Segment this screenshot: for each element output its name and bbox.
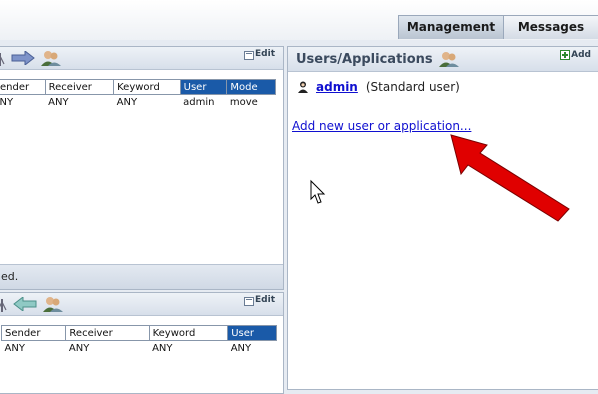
cell-mode: move	[229, 96, 258, 108]
column-header-keyword[interactable]: Keyword	[148, 325, 229, 341]
status-text: ed.	[1, 270, 19, 283]
table-row[interactable]: ANY ANY ANY ANY	[2, 341, 277, 356]
forwarding-rules-panel: Edit ender Receiver Keyword User Mode NY…	[0, 46, 284, 290]
tab-messages[interactable]: Messages	[503, 15, 598, 39]
column-header-keyword[interactable]: Keyword	[113, 79, 181, 95]
cell-sender: ANY	[4, 342, 25, 354]
antenna-icon	[0, 299, 7, 312]
cell-keyword: ANY	[152, 342, 173, 354]
second-rules-panel: Edit Sender Receiver Keyword User ANY AN…	[0, 292, 284, 394]
rule-icons	[0, 296, 63, 312]
table-row[interactable]: NY ANY ANY admin move	[0, 95, 276, 110]
users-icon	[43, 297, 63, 312]
users-icon	[41, 51, 61, 66]
cell-sender: NY	[0, 96, 14, 108]
column-header-user[interactable]: User	[227, 325, 277, 341]
list-item: admin (Standard user)	[298, 80, 460, 94]
column-header-receiver[interactable]: Receiver	[44, 79, 115, 95]
user-role: (Standard user)	[365, 80, 460, 94]
edit-icon	[244, 50, 255, 60]
cell-user: admin	[183, 96, 215, 108]
tab-management[interactable]: Management	[398, 15, 504, 39]
panel-title: Users/Applications	[296, 51, 459, 67]
edit-link[interactable]: Edit	[244, 295, 275, 306]
column-header-receiver[interactable]: Receiver	[65, 325, 150, 341]
arrow-right-icon	[11, 51, 35, 65]
cell-receiver: ANY	[48, 96, 69, 108]
edit-icon	[244, 296, 255, 306]
arrow-left-icon	[13, 297, 37, 311]
user-icon	[298, 81, 308, 93]
column-header-user[interactable]: User	[179, 79, 228, 95]
edit-link[interactable]: Edit	[244, 49, 275, 60]
column-header-sender[interactable]: Sender	[0, 325, 67, 341]
plus-icon	[560, 50, 571, 60]
users-icon	[438, 52, 459, 67]
top-tab-bar: Management Messages	[0, 0, 598, 40]
user-link-admin[interactable]: admin	[316, 80, 358, 94]
cell-user: ANY	[230, 342, 252, 354]
panel-header: Edit	[0, 293, 283, 316]
add-new-user-link[interactable]: Add new user or application...	[292, 119, 471, 133]
rules-table: ender Receiver Keyword User Mode NY ANY …	[0, 79, 276, 109]
column-header-sender[interactable]: ender	[0, 79, 46, 95]
add-user-button[interactable]: Add	[560, 50, 591, 60]
rules-table: Sender Receiver Keyword User ANY ANY ANY…	[0, 325, 277, 356]
status-bar: ed.	[0, 264, 283, 289]
antenna-icon	[0, 53, 5, 66]
cell-keyword: ANY	[116, 96, 138, 108]
cell-receiver: ANY	[68, 342, 90, 354]
users-applications-panel: Users/Applications Add admin (Standard u…	[287, 46, 598, 390]
panel-header: Edit	[0, 47, 283, 70]
panel-header: Users/Applications Add	[288, 47, 598, 72]
rule-icons	[0, 50, 61, 66]
column-header-mode[interactable]: Mode	[226, 79, 276, 95]
